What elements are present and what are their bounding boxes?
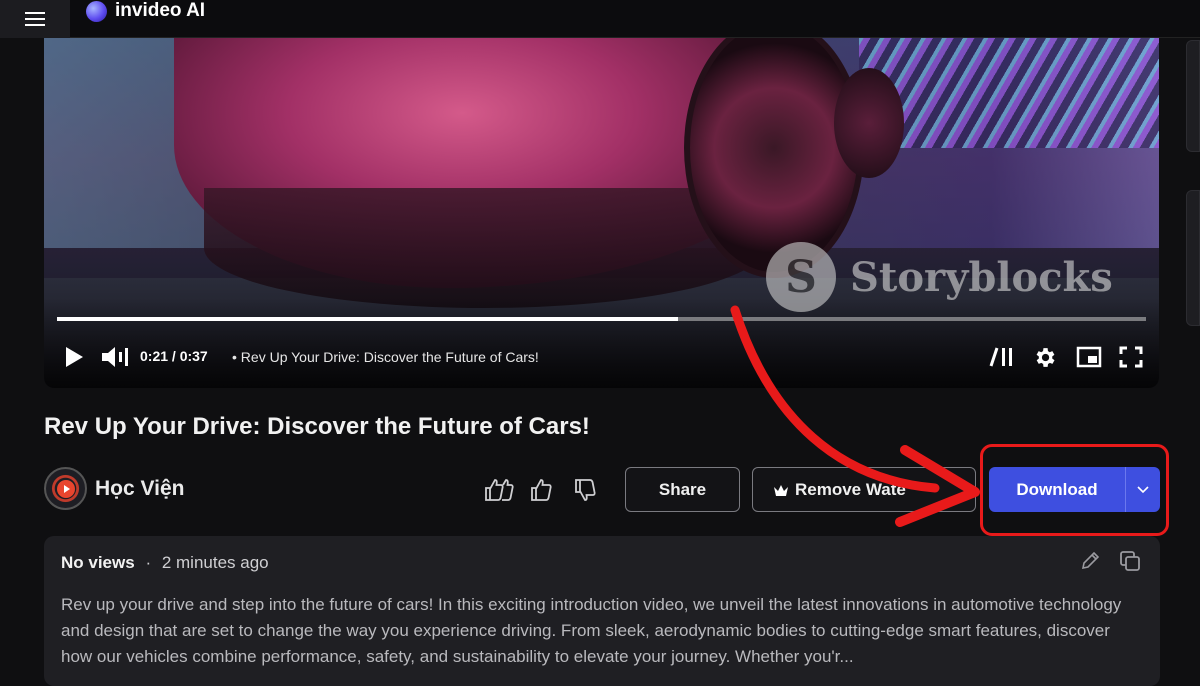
miniplayer-icon xyxy=(1076,346,1102,368)
video-player[interactable]: S Storyblocks 0:21 / 0:37 • Rev Up Your … xyxy=(44,38,1159,388)
chapters-icon xyxy=(989,347,1012,367)
side-panel-edge xyxy=(1186,40,1200,152)
thumbs-down-icon xyxy=(575,479,596,501)
invideo-logo-icon xyxy=(86,0,107,22)
miniplayer-button[interactable] xyxy=(1076,346,1102,368)
brand-name: invideo AI xyxy=(115,0,206,21)
player-title: • Rev Up Your Drive: Discover the Future… xyxy=(232,349,539,365)
channel-info[interactable]: Học Viện xyxy=(44,467,184,510)
thumbs-up-icon xyxy=(531,479,552,501)
settings-button[interactable] xyxy=(1032,345,1057,370)
volume-button[interactable] xyxy=(101,346,131,368)
settings-gear-icon xyxy=(1036,348,1055,367)
channel-name[interactable]: Học Viện xyxy=(95,477,184,501)
chapters-button[interactable] xyxy=(988,346,1016,368)
channel-avatar[interactable] xyxy=(44,467,87,510)
progress-played xyxy=(57,317,678,321)
side-panel-edge xyxy=(1186,190,1200,326)
hamburger-icon xyxy=(25,12,45,26)
play-logo-icon xyxy=(56,479,75,498)
like-button[interactable] xyxy=(530,476,554,502)
pencil-icon xyxy=(1081,551,1100,570)
copy-button[interactable] xyxy=(1118,549,1142,573)
dislike-button[interactable] xyxy=(574,478,598,504)
copy-icon xyxy=(1120,551,1140,571)
play-button[interactable] xyxy=(64,346,84,368)
volume-icon xyxy=(102,347,128,367)
thumbs-up-double-icon xyxy=(485,479,514,501)
time-display: 0:21 / 0:37 xyxy=(140,348,208,364)
brand[interactable]: invideo AI xyxy=(86,0,205,22)
upload-age: 2 minutes ago xyxy=(161,553,269,572)
fullscreen-icon xyxy=(1119,346,1143,368)
annotation-highlight-box xyxy=(980,444,1169,536)
video-title: Rev Up Your Drive: Discover the Future o… xyxy=(44,413,590,440)
meta-separator: · xyxy=(145,553,152,572)
top-bar: invideo AI xyxy=(0,0,1200,38)
view-count: No views xyxy=(61,553,135,572)
celebrate-button[interactable] xyxy=(484,476,514,502)
player-controls: 0:21 / 0:37 • Rev Up Your Drive: Discove… xyxy=(44,338,1159,378)
video-meta: No views · 2 minutes ago xyxy=(61,553,269,573)
annotation-arrow xyxy=(730,305,980,527)
description-panel: No views · 2 minutes ago Rev up your dri… xyxy=(44,536,1160,686)
description-text: Rev up your drive and step into the futu… xyxy=(61,595,1122,666)
menu-button[interactable] xyxy=(0,0,70,38)
fullscreen-button[interactable] xyxy=(1119,346,1143,368)
edit-button[interactable] xyxy=(1080,551,1100,571)
play-icon xyxy=(66,347,83,367)
